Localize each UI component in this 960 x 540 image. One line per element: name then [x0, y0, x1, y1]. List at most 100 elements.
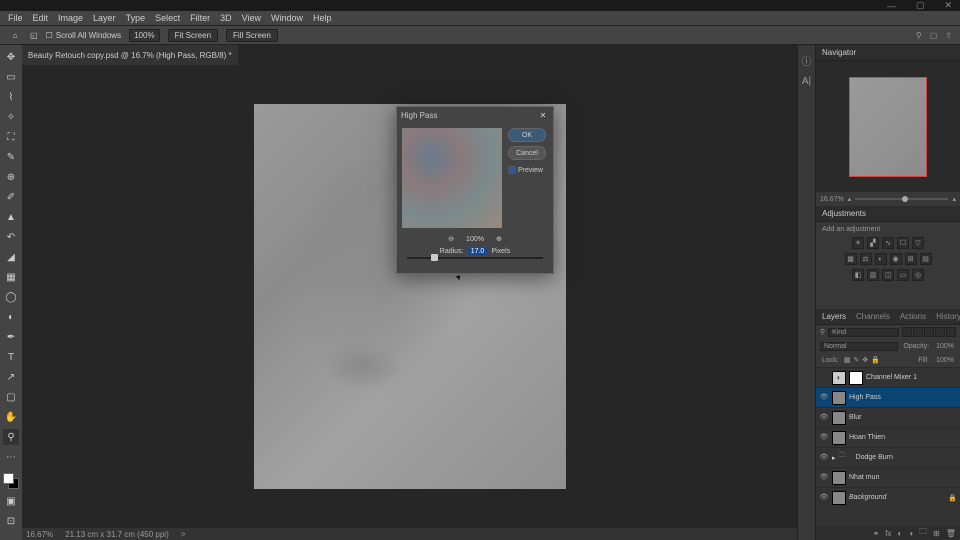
status-zoom[interactable]: 16.67% [26, 530, 53, 539]
cancel-button[interactable]: Cancel [508, 146, 546, 160]
preview-zoom-value[interactable]: 100% [466, 236, 484, 243]
foreground-color[interactable] [3, 473, 14, 484]
navigator-zoom[interactable]: 16.67% [820, 196, 844, 203]
layer-thumbnail[interactable] [832, 411, 846, 425]
add-mask-icon[interactable]: ◐ [897, 529, 902, 538]
maximize-button[interactable]: ▢ [910, 0, 931, 11]
menu-3d[interactable]: 3D [220, 13, 232, 23]
blur-tool[interactable]: ◯ [3, 289, 19, 305]
dialog-close-button[interactable]: ✕ [537, 109, 549, 121]
eyedropper-tool[interactable]: ✎ [3, 149, 19, 165]
home-icon[interactable]: ⌂ [8, 28, 22, 42]
close-window-button[interactable]: ✕ [938, 0, 958, 11]
visibility-icon[interactable]: 👁 [819, 433, 829, 443]
adjustments-tab[interactable]: Adjustments [816, 206, 960, 222]
layer-thumbnail[interactable] [832, 431, 846, 445]
navigator-thumbnail[interactable] [849, 77, 927, 177]
opacity-value[interactable]: 100% [934, 343, 956, 350]
tab-channels[interactable]: Channels [856, 312, 890, 321]
visibility-icon[interactable]: 👁 [819, 493, 829, 503]
slider-thumb[interactable] [431, 254, 438, 261]
fit-screen-button[interactable]: Fit Screen [168, 29, 218, 42]
layer-item[interactable]: 👁 Blur [816, 407, 960, 427]
adj-photofilter[interactable]: ◉ [890, 253, 902, 265]
status-arrow[interactable]: > [181, 530, 186, 539]
filter-smart[interactable] [946, 327, 956, 337]
layer-name[interactable]: Hoan Thien [849, 434, 885, 441]
visibility-icon[interactable]: 👁 [819, 453, 829, 463]
folder-icon[interactable]: 🗀 [839, 451, 853, 465]
layer-item[interactable]: ◐ Channel Mixer 1 [816, 367, 960, 387]
navigator-tab[interactable]: Navigator [816, 45, 960, 61]
layer-name[interactable]: Background [849, 494, 886, 501]
dodge-tool[interactable]: ◐ [3, 309, 19, 325]
layer-item[interactable]: 👁 Nhat mun [816, 467, 960, 487]
edit-toolbar[interactable]: ⋯ [3, 449, 19, 465]
menu-type[interactable]: Type [126, 13, 146, 23]
zoom-tool[interactable]: ⚲ [3, 429, 19, 445]
layer-kind-select[interactable]: Kind [828, 328, 899, 337]
adj-channelmixer[interactable]: ⊞ [905, 253, 917, 265]
adj-threshold[interactable]: ◫ [882, 269, 894, 281]
brush-tool[interactable]: ✐ [3, 189, 19, 205]
type-tool[interactable]: T [3, 349, 19, 365]
lock-all-icon[interactable]: 🔒 [871, 356, 880, 364]
menu-filter[interactable]: Filter [190, 13, 210, 23]
layer-thumbnail[interactable]: ◐ [832, 371, 846, 385]
adj-colorlookup[interactable]: ▤ [920, 253, 932, 265]
visibility-icon[interactable]: 👁 [819, 473, 829, 483]
blend-mode-select[interactable]: Normal [820, 342, 898, 351]
fill-value[interactable]: 100% [934, 357, 956, 364]
screen-mode[interactable]: ⊡ [3, 513, 19, 529]
gradient-tool[interactable]: ▦ [3, 269, 19, 285]
adj-exposure[interactable]: ☐ [897, 237, 909, 249]
layer-name[interactable]: High Pass [849, 394, 881, 401]
search-icon[interactable]: ⚲ [916, 31, 922, 40]
layer-fx-icon[interactable]: fx [885, 529, 891, 538]
lock-transparency-icon[interactable]: ▦ [844, 356, 851, 364]
menu-view[interactable]: View [242, 13, 261, 23]
zoom-out-icon[interactable]: ⊖ [448, 235, 454, 243]
fill-screen-button[interactable]: Fill Screen [226, 29, 278, 42]
layer-name[interactable]: Blur [849, 414, 861, 421]
layer-name[interactable]: Nhat mun [849, 474, 879, 481]
menu-select[interactable]: Select [155, 13, 180, 23]
layer-name[interactable]: Dodge Burn [856, 454, 893, 461]
navigator-zoomin-icon[interactable]: ▴ [952, 195, 956, 203]
adj-colorbalance[interactable]: ⚖ [860, 253, 872, 265]
menu-image[interactable]: Image [58, 13, 83, 23]
delete-layer-icon[interactable]: 🗑 [946, 529, 956, 538]
lasso-tool[interactable]: ⌇ [3, 89, 19, 105]
adj-posterize[interactable]: ▥ [867, 269, 879, 281]
menu-file[interactable]: File [8, 13, 23, 23]
adj-bw[interactable]: ◐ [875, 253, 887, 265]
adj-hue[interactable]: ▦ [845, 253, 857, 265]
tab-history[interactable]: History [936, 312, 960, 321]
link-layers-icon[interactable]: ⚭ [873, 529, 880, 538]
new-layer-icon[interactable]: ⊞ [933, 529, 940, 538]
adj-levels[interactable]: ▞ [867, 237, 879, 249]
color-swatches[interactable] [3, 473, 19, 489]
navigator-slider[interactable] [855, 198, 948, 200]
menu-window[interactable]: Window [271, 13, 303, 23]
navigator-zoomout-icon[interactable]: ▴ [848, 195, 852, 203]
layer-item[interactable]: 👁 ▸ 🗀 Dodge Burn [816, 447, 960, 467]
tab-actions[interactable]: Actions [900, 312, 926, 321]
adj-curves[interactable]: ∿ [882, 237, 894, 249]
workspace-icon[interactable]: ▢ [930, 31, 938, 40]
ok-button[interactable]: OK [508, 128, 546, 142]
preview-checkbox[interactable]: Preview [508, 166, 546, 174]
shape-tool[interactable]: ▢ [3, 389, 19, 405]
visibility-icon[interactable] [819, 373, 829, 383]
layer-thumbnail[interactable] [832, 391, 846, 405]
adj-vibrance[interactable]: ▽ [912, 237, 924, 249]
hand-tool[interactable]: ✋ [3, 409, 19, 425]
pen-tool[interactable]: ✒ [3, 329, 19, 345]
dialog-preview-image[interactable] [402, 128, 502, 228]
adj-brightness[interactable]: ☀ [852, 237, 864, 249]
layer-item[interactable]: 👁 High Pass [816, 387, 960, 407]
lock-paint-icon[interactable]: ✎ [853, 356, 859, 364]
character-panel-icon[interactable]: A| [802, 76, 811, 87]
share-icon[interactable]: ⇪ [945, 31, 952, 40]
visibility-icon[interactable]: 👁 [819, 393, 829, 403]
